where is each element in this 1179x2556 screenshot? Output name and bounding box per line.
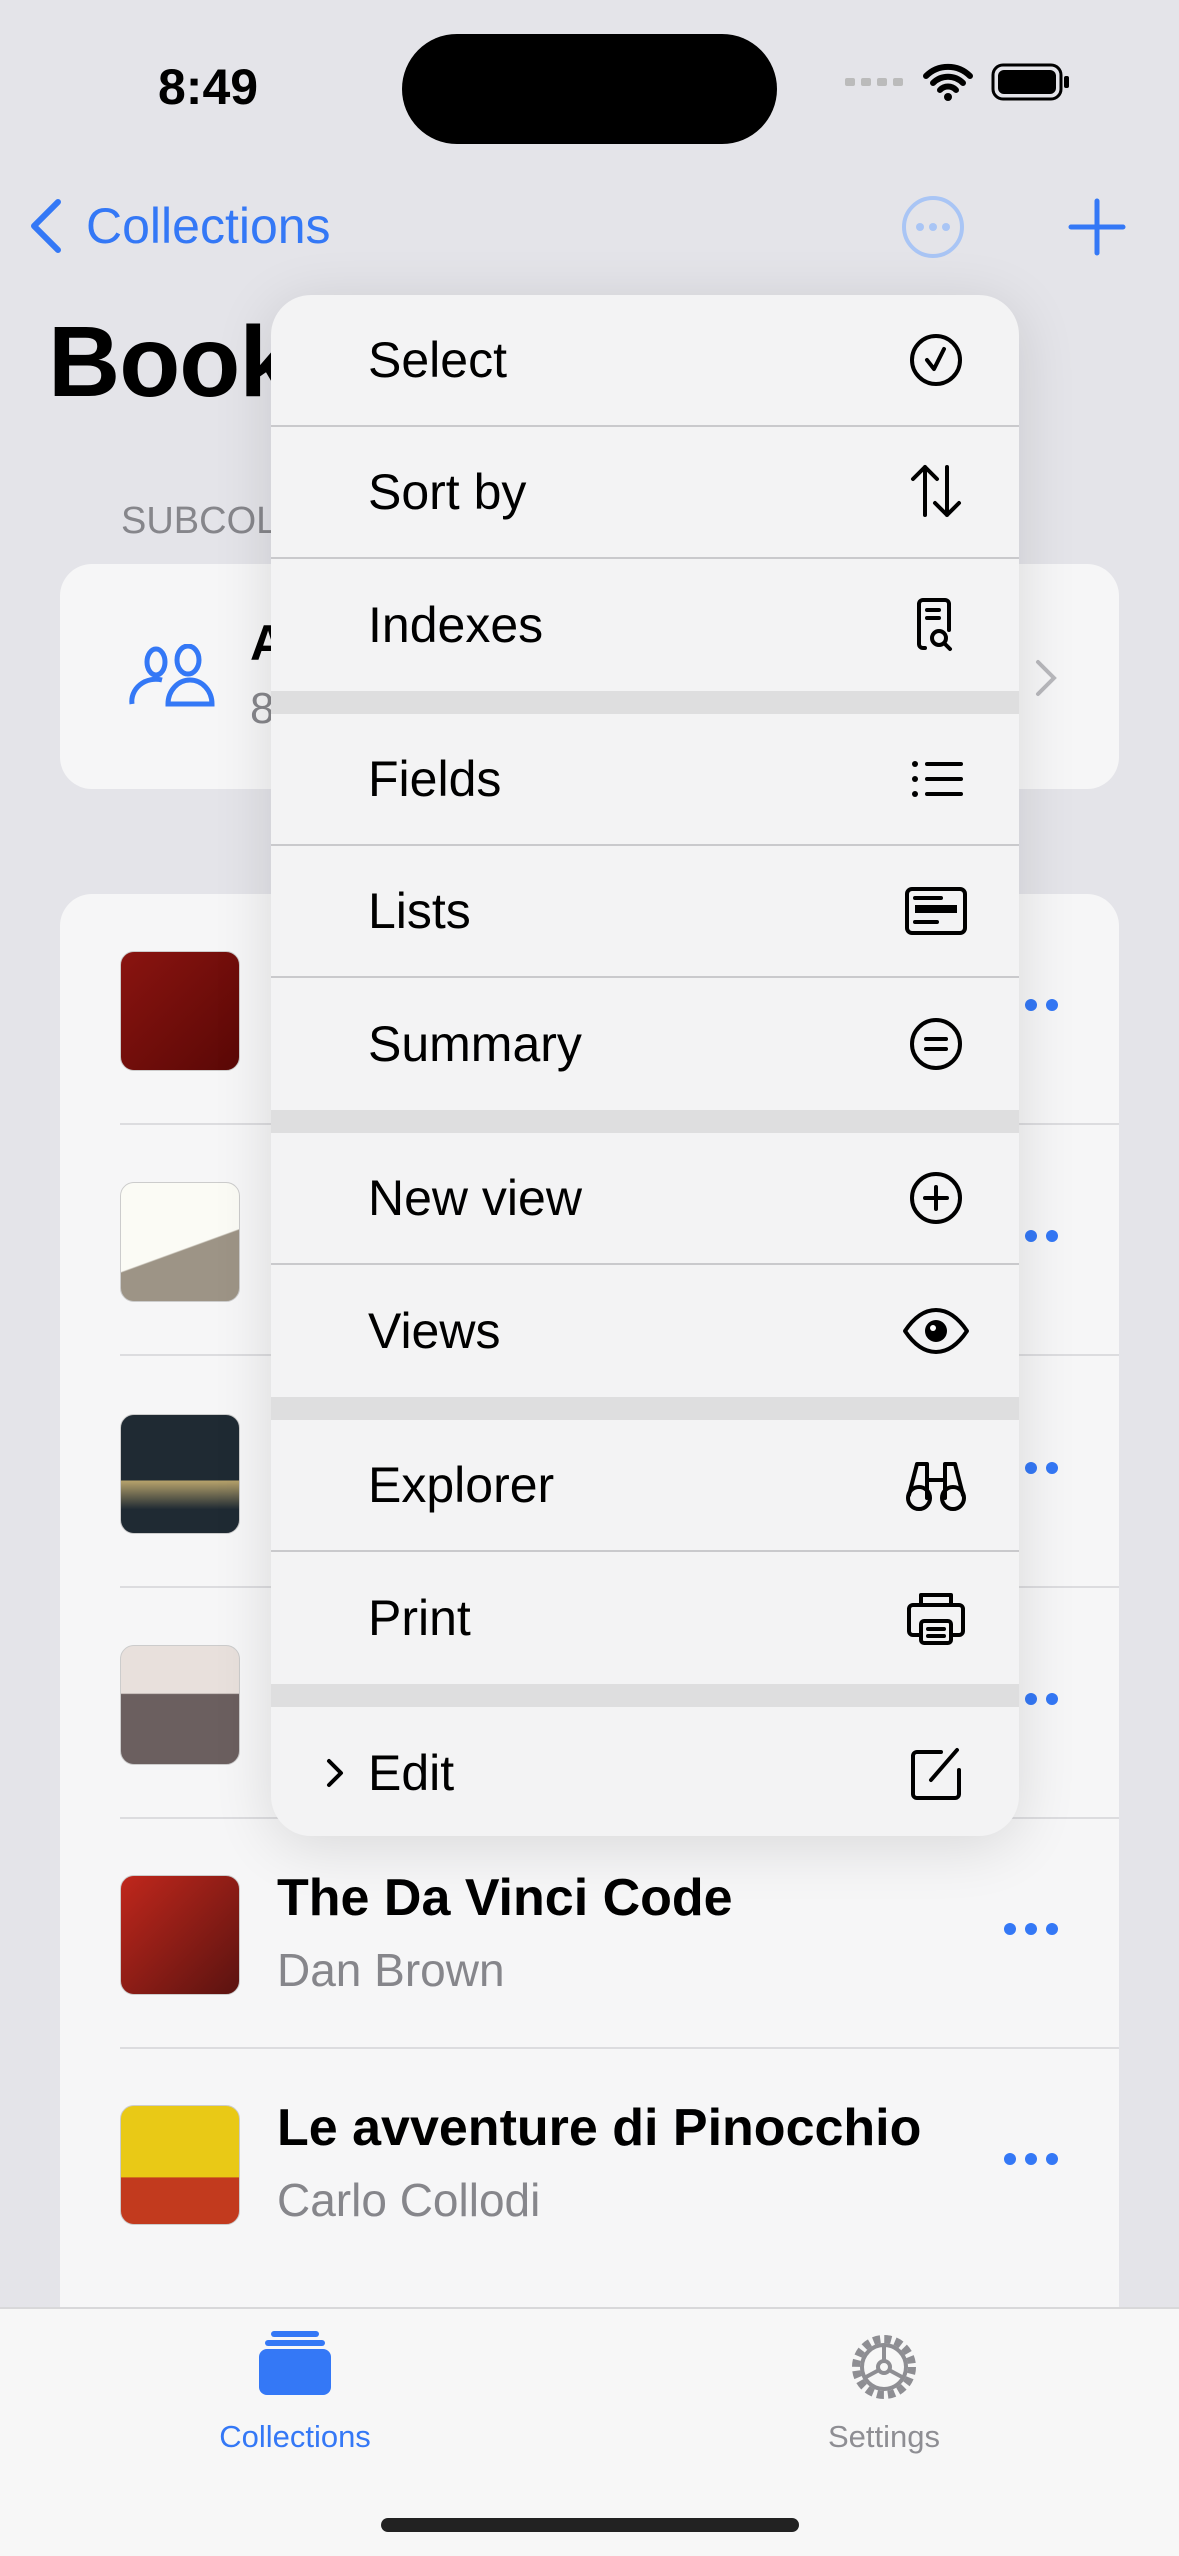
- book-cover: [120, 1414, 240, 1534]
- binoculars-icon: [906, 1462, 966, 1511]
- menu-item-label: Select: [368, 332, 507, 388]
- menu-item-label: Edit: [368, 1745, 455, 1801]
- book-title: Le avventure di Pinocchio: [277, 2099, 922, 2157]
- book-cover: [120, 951, 240, 1071]
- book-cover: [120, 2105, 240, 2225]
- menu-item-views[interactable]: Views: [271, 1265, 1019, 1397]
- more-options-button[interactable]: [900, 194, 966, 260]
- menu-group-separator: [271, 1110, 1019, 1133]
- menu-item-new-view[interactable]: New view: [271, 1133, 1019, 1265]
- menu-group-separator: [271, 1684, 1019, 1707]
- list-bullet-icon: [912, 761, 963, 797]
- menu-group-separator: [271, 691, 1019, 714]
- home-indicator: [381, 2518, 799, 2532]
- tab-label: Settings: [827, 2419, 940, 2454]
- menu-item-sort-by[interactable]: Sort by: [271, 427, 1019, 559]
- menu-item-label: Sort by: [368, 464, 527, 520]
- chevron-right-icon: [327, 1759, 343, 1787]
- back-button[interactable]: Collections: [26, 196, 331, 256]
- list-rectangle-icon: [905, 887, 967, 935]
- book-title: The Da Vinci Code: [277, 1869, 733, 1927]
- menu-item-print[interactable]: Print: [271, 1552, 1019, 1684]
- book-cover: [120, 1182, 240, 1302]
- menu-group-separator: [271, 1397, 1019, 1420]
- book-cover: [120, 1875, 240, 1995]
- menu-item-label: Fields: [368, 751, 502, 807]
- menu-item-indexes[interactable]: Indexes: [271, 559, 1019, 691]
- dynamic-island: [402, 34, 777, 144]
- tab-settings[interactable]: Settings: [734, 2329, 1034, 2455]
- menu-item-label: New view: [368, 1170, 582, 1226]
- status-icons: [845, 62, 1071, 102]
- menu-item-fields[interactable]: Fields: [271, 714, 1019, 846]
- equal-circle-icon: [910, 1018, 962, 1070]
- wifi-icon: [923, 63, 973, 101]
- doc-magnifier-icon: [917, 598, 952, 651]
- book-author: Carlo Collodi: [277, 2174, 541, 2226]
- subcollections-header: SUBCOL: [121, 500, 278, 542]
- menu-item-label: Print: [368, 1590, 471, 1646]
- battery-icon: [991, 63, 1069, 101]
- book-cover: [120, 1645, 240, 1765]
- menu-item-edit[interactable]: Edit: [271, 1707, 1019, 1836]
- checkmark-circle-icon: [910, 334, 962, 386]
- menu-item-label: Summary: [368, 1016, 582, 1072]
- collections-icon: [259, 2331, 331, 2395]
- context-menu: Select Sort by Indexes Fields Lists Summ…: [271, 295, 1019, 1836]
- menu-item-label: Indexes: [368, 597, 544, 653]
- chevron-left-icon: [31, 199, 61, 253]
- printer-icon: [907, 1593, 965, 1645]
- gear-icon: [852, 2335, 916, 2399]
- menu-item-lists[interactable]: Lists: [271, 846, 1019, 978]
- chevron-right-icon: [1036, 660, 1057, 696]
- page-title: Book: [48, 306, 295, 418]
- menu-item-explorer[interactable]: Explorer: [271, 1420, 1019, 1552]
- more-icon[interactable]: [1004, 2153, 1058, 2165]
- book-row[interactable]: Le avventure di Pinocchio Carlo Collodi: [60, 2048, 1119, 2279]
- arrow-up-down-icon: [911, 465, 961, 517]
- more-icon[interactable]: [1004, 1923, 1058, 1935]
- add-button[interactable]: [1068, 198, 1126, 256]
- cellular-icon: [845, 78, 903, 86]
- plus-circle-icon: [910, 1172, 962, 1224]
- eye-icon: [903, 1308, 969, 1354]
- book-author: Dan Brown: [277, 1944, 505, 1996]
- book-row[interactable]: The Da Vinci Code Dan Brown: [60, 1818, 1119, 2049]
- menu-item-label: Explorer: [368, 1457, 555, 1513]
- menu-item-label: Views: [368, 1303, 501, 1359]
- menu-item-select[interactable]: Select: [271, 295, 1019, 427]
- menu-item-summary[interactable]: Summary: [271, 978, 1019, 1110]
- people-icon: [129, 644, 215, 707]
- menu-item-label: Lists: [368, 883, 471, 939]
- back-label: Collections: [86, 198, 331, 254]
- square-pencil-icon: [911, 1748, 961, 1800]
- status-time: 8:49: [158, 59, 259, 115]
- tab-label: Collections: [219, 2419, 371, 2454]
- tab-collections[interactable]: Collections: [145, 2329, 445, 2455]
